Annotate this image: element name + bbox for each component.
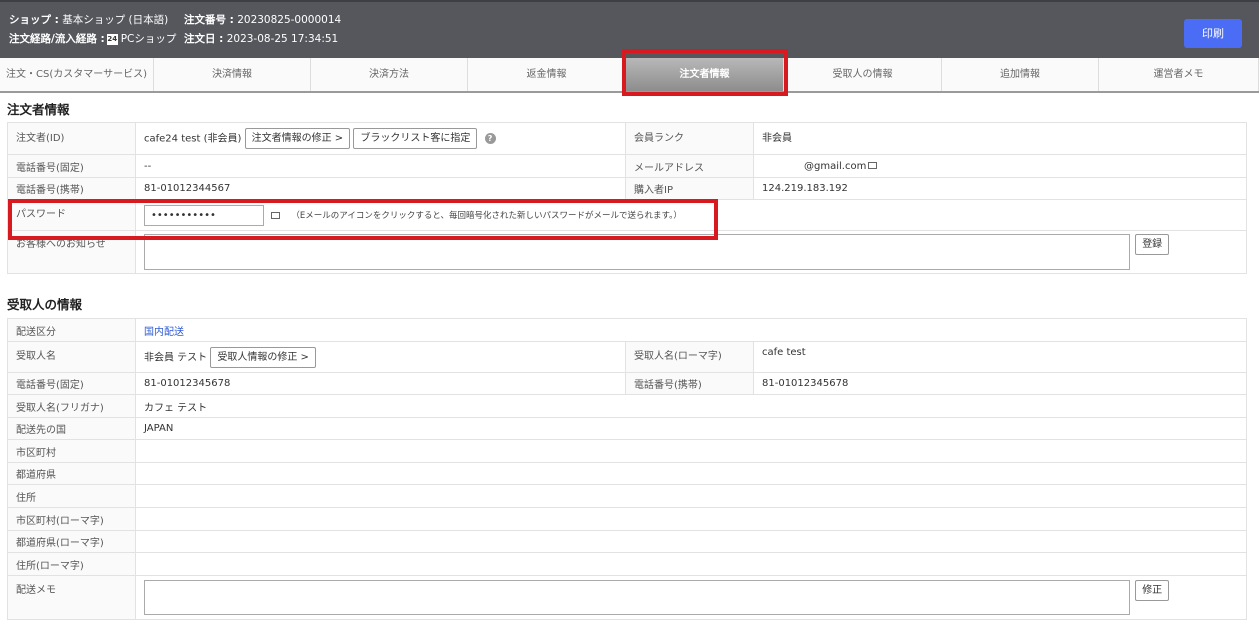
order-no-label: 注文番号 : — [184, 14, 234, 26]
tab-recipient-info[interactable]: 受取人の情報 — [784, 58, 942, 91]
prefecture-roman-value — [135, 530, 1247, 553]
table-row: 電話番号(固定) 81-01012345678 電話番号(携帯) 81-0101… — [7, 372, 1247, 395]
recipient-tel-label: 電話番号(固定) — [7, 372, 136, 395]
register-button[interactable]: 登録 — [1135, 234, 1170, 255]
table-row: 電話番号(固定) -- メールアドレス @gmail.com — [7, 154, 1247, 178]
help-icon[interactable]: ? — [484, 133, 496, 144]
address-roman-value — [135, 552, 1247, 576]
route-24-icon: 24 — [106, 33, 118, 45]
delivery-type-cell: 国内配送 — [135, 318, 1247, 342]
order-no-value: 20230825-0000014 — [237, 14, 342, 26]
memo-label: 配送メモ — [7, 575, 136, 620]
city-value — [135, 439, 1247, 463]
order-date-value: 2023-08-25 17:34:51 — [226, 33, 339, 45]
shop-value: 基本ショップ (日本語) — [62, 14, 169, 26]
tab-order-cs[interactable]: 注文・CS(カスタマーサービス) — [0, 58, 154, 91]
order-date-label: 注文日 : — [184, 33, 224, 45]
email-cell: @gmail.com — [753, 154, 1247, 178]
address-roman-label: 住所(ローマ字) — [7, 552, 136, 576]
tel-value: -- — [135, 154, 626, 178]
country-label: 配送先の国 — [7, 417, 136, 440]
delivery-type-link[interactable]: 国内配送 — [144, 327, 184, 338]
memo-cell: 修正 — [135, 575, 1247, 620]
country-value: JAPAN — [135, 417, 1247, 440]
edit-recipient-button[interactable]: 受取人情報の修正 > — [210, 346, 316, 368]
city-roman-label: 市区町村(ローマ字) — [7, 507, 136, 531]
ip-label: 購入者IP — [625, 177, 754, 200]
header-row-1: ショップ : 基本ショップ (日本語) 注文番号 : 20230825-0000… — [9, 12, 341, 27]
modify-button[interactable]: 修正 — [1135, 580, 1170, 601]
table-row: 市区町村(ローマ字) — [7, 507, 1247, 531]
tab-payment-method[interactable]: 決済方法 — [311, 58, 468, 91]
table-row: 住所(ローマ字) — [7, 552, 1247, 576]
tab-admin-memo[interactable]: 運営者メモ — [1099, 58, 1259, 91]
recipient-table: 配送区分 国内配送 受取人名 非会員 テスト 受取人情報の修正 > 受取人名(ロ… — [7, 318, 1247, 620]
table-row: 電話番号(携帯) 81-01012344567 購入者IP 124.219.18… — [7, 177, 1247, 200]
shop-label: ショップ : — [9, 14, 59, 26]
furigana-value: カフェ テスト — [135, 394, 1247, 418]
member-rank-label: 会員ランク — [625, 122, 754, 155]
recipient-name-cell: 非会員 テスト 受取人情報の修正 > — [135, 341, 626, 373]
mobile-value: 81-01012344567 — [135, 177, 626, 200]
tab-additional-info[interactable]: 追加情報 — [942, 58, 1099, 91]
email-label: メールアドレス — [625, 154, 754, 178]
recipient-section-title: 受取人の情報 — [7, 297, 83, 312]
orderer-section-title: 注文者情報 — [7, 102, 70, 117]
table-row: 受取人名(フリガナ) カフェ テスト — [7, 394, 1247, 418]
mobile-label: 電話番号(携帯) — [7, 177, 136, 200]
table-row: 受取人名 非会員 テスト 受取人情報の修正 > 受取人名(ローマ字) cafe … — [7, 341, 1247, 373]
route-value: PCショップ — [120, 33, 177, 45]
tab-refund-info[interactable]: 返金情報 — [468, 58, 626, 91]
orderer-table: 注文者(ID) cafe24 test (非会員) 注文者情報の修正 > ブラッ… — [7, 122, 1247, 274]
password-highlight-box — [8, 199, 718, 240]
tel-label: 電話番号(固定) — [7, 154, 136, 178]
table-row: 市区町村 — [7, 439, 1247, 463]
table-row: 注文者(ID) cafe24 test (非会員) 注文者情報の修正 > ブラッ… — [7, 122, 1247, 155]
recipient-name-roman-label: 受取人名(ローマ字) — [625, 341, 754, 373]
table-row: 都道府県(ローマ字) — [7, 530, 1247, 553]
recipient-tel-value: 81-01012345678 — [135, 372, 626, 395]
furigana-label: 受取人名(フリガナ) — [7, 394, 136, 418]
table-row: 配送区分 国内配送 — [7, 318, 1247, 342]
prefecture-value — [135, 462, 1247, 485]
tab-highlight-box — [622, 49, 788, 96]
address-label: 住所 — [7, 484, 136, 508]
mail-icon[interactable] — [868, 162, 878, 169]
order-date-group: 注文日 : 2023-08-25 17:34:51 — [184, 31, 338, 46]
table-row: 配送メモ 修正 — [7, 575, 1247, 620]
table-row: 住所 — [7, 484, 1247, 508]
recipient-name-value: 非会員 テスト — [144, 352, 208, 363]
orderer-id-label: 注文者(ID) — [7, 122, 136, 155]
tab-payment-info[interactable]: 決済情報 — [154, 58, 311, 91]
delivery-type-label: 配送区分 — [7, 318, 136, 342]
memo-textarea[interactable] — [144, 580, 1130, 615]
prefecture-label: 都道府県 — [7, 462, 136, 485]
city-label: 市区町村 — [7, 439, 136, 463]
recipient-mobile-value: 81-01012345678 — [753, 372, 1247, 395]
orderer-id-cell: cafe24 test (非会員) 注文者情報の修正 > ブラックリスト客に指定… — [135, 122, 626, 155]
address-value — [135, 484, 1247, 508]
recipient-name-label: 受取人名 — [7, 341, 136, 373]
recipient-mobile-label: 電話番号(携帯) — [625, 372, 754, 395]
ip-value: 124.219.183.192 — [753, 177, 1247, 200]
email-value: @gmail.com — [804, 160, 867, 172]
city-roman-value — [135, 507, 1247, 531]
header-row-2: 注文経路/流入経路 :24 PCショップ 注文日 : 2023-08-25 17:… — [9, 31, 338, 46]
blacklist-button[interactable]: ブラックリスト客に指定 — [353, 128, 478, 149]
print-button[interactable]: 印刷 — [1184, 19, 1242, 48]
member-rank-value: 非会員 — [753, 122, 1247, 155]
table-row: 配送先の国 JAPAN — [7, 417, 1247, 440]
order-no-group: 注文番号 : 20230825-0000014 — [184, 12, 341, 27]
table-row: 都道府県 — [7, 462, 1247, 485]
edit-orderer-button[interactable]: 注文者情報の修正 > — [244, 128, 351, 149]
orderer-id-value: cafe24 test (非会員) — [144, 133, 242, 145]
prefecture-roman-label: 都道府県(ローマ字) — [7, 530, 136, 553]
recipient-name-roman-value: cafe test — [753, 341, 1247, 373]
route-label: 注文経路/流入経路 : — [9, 33, 105, 45]
